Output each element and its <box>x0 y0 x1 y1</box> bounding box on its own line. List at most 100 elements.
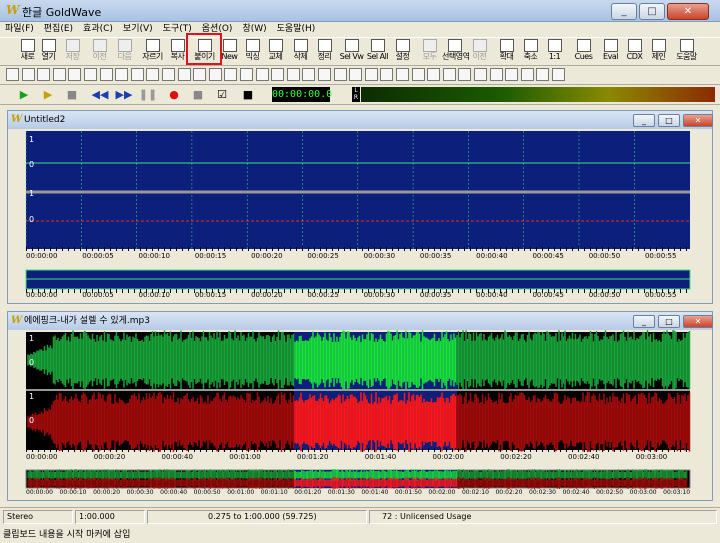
toolbar-button-mix[interactable]: 믹싱 <box>240 39 265 65</box>
effect-tool-icon[interactable] <box>505 68 519 81</box>
toolbar-button-select-view[interactable]: Sel Vw <box>339 39 364 65</box>
rewind-icon[interactable]: ◀◀ <box>90 87 110 103</box>
effect-tool-icon[interactable] <box>208 68 222 81</box>
monitor-icon[interactable]: ■ <box>238 87 258 103</box>
window-close-button[interactable]: ✕ <box>683 114 713 127</box>
toolbar-button-zoom-all[interactable]: 모두 <box>417 39 442 65</box>
window-close-button[interactable]: ✕ <box>683 315 713 328</box>
toolbar-button-select-all[interactable]: Sel All <box>365 39 390 65</box>
menu-help[interactable]: 도움말(H) <box>272 22 321 36</box>
effect-tool-icon[interactable] <box>396 68 409 81</box>
effect-tool-icon[interactable] <box>240 68 253 81</box>
status-channel-mode: Stereo <box>3 510 73 524</box>
play-selection-icon[interactable]: ▶ <box>38 87 58 103</box>
pause-icon[interactable]: ❚❚ <box>138 87 158 103</box>
effect-tool-icon[interactable] <box>286 68 300 81</box>
effect-tool-icon[interactable] <box>442 68 456 81</box>
effect-tool-icon[interactable] <box>255 68 269 81</box>
toolbar-button-delete[interactable]: 삭제 <box>288 39 313 65</box>
effect-tool-icon[interactable] <box>474 68 487 81</box>
effect-tool-icon[interactable] <box>99 68 113 81</box>
effect-tool-icon[interactable] <box>380 68 394 81</box>
window-maximize-button[interactable]: □ <box>658 315 680 328</box>
toolbar-button-cd[interactable]: CDX <box>622 39 647 65</box>
toolbar-button-open-folder[interactable]: 열기 <box>36 39 61 65</box>
level-lr-label: L R <box>352 87 360 102</box>
toolbar-button-zoom-in[interactable]: 확대 <box>494 39 519 65</box>
waveform-display[interactable] <box>8 129 712 303</box>
effect-tool-icon[interactable] <box>84 68 97 81</box>
maximize-button[interactable]: □ <box>639 3 665 20</box>
menu-view[interactable]: 보기(V) <box>118 22 158 36</box>
fast-forward-icon[interactable]: ▶▶ <box>114 87 134 103</box>
play-icon[interactable]: ▶ <box>14 87 34 103</box>
menu-window[interactable]: 창(W) <box>237 22 271 36</box>
effect-tool-icon[interactable] <box>364 68 378 81</box>
toolbar-button-label: 이전 <box>472 52 487 61</box>
menu-bar: 파일(F) 편집(E) 효과(C) 보기(V) 도구(T) 옵션(O) 창(W) 도움말(H) <box>0 22 720 36</box>
toolbar-button-save[interactable]: 저장 <box>60 39 85 65</box>
minimize-button[interactable]: _ <box>611 3 637 20</box>
effects-toolbar <box>0 66 720 85</box>
effect-tool-icon[interactable] <box>333 68 347 81</box>
toolbar-button-zoom-1to1[interactable]: 1:1 <box>542 39 567 65</box>
effect-tool-icon[interactable] <box>68 68 82 81</box>
toolbar-button-label: 1:1 <box>548 52 561 61</box>
loop-checkbox-icon[interactable]: ☑ <box>212 87 232 103</box>
stop-icon[interactable]: ■ <box>62 87 82 103</box>
effect-tool-icon[interactable] <box>130 68 144 81</box>
sound-window-mp3[interactable]: W 에에핑크-내가 설렐 수 있게.mp3 _ □ ✕ 1 0 1 0 00:0… <box>7 311 713 501</box>
effect-tool-icon[interactable] <box>271 68 285 81</box>
effect-tool-icon[interactable] <box>349 68 363 81</box>
effect-tool-icon[interactable] <box>302 68 316 81</box>
effect-tool-icon[interactable] <box>318 68 331 81</box>
waveform-display[interactable] <box>8 330 712 500</box>
effect-tool-icon[interactable] <box>193 68 207 81</box>
effect-tool-icon[interactable] <box>21 68 35 81</box>
toolbar-button-cut[interactable]: 자르기 <box>140 39 165 65</box>
record-stop-icon[interactable]: ■ <box>188 87 208 103</box>
effect-tool-icon[interactable] <box>52 68 66 81</box>
toolbar-button-book[interactable]: 도움말 <box>674 39 699 65</box>
effect-tool-icon[interactable] <box>458 68 472 81</box>
menu-file[interactable]: 파일(F) <box>0 22 39 36</box>
toolbar-button-help[interactable]: 제인 <box>646 39 671 65</box>
effect-tool-icon[interactable] <box>427 68 441 81</box>
toolbar-button-settings[interactable]: 설정 <box>390 39 415 65</box>
effect-tool-icon[interactable] <box>115 68 129 81</box>
toolbar-button-eval[interactable]: Eval <box>598 39 623 65</box>
effect-tool-icon[interactable] <box>224 68 238 81</box>
open-folder-icon <box>41 39 56 52</box>
toolbar-button-replace[interactable]: 교체 <box>263 39 288 65</box>
effect-tool-icon[interactable] <box>489 68 503 81</box>
toolbar-button-label: 믹싱 <box>245 52 260 61</box>
toolbar-button-trim[interactable]: 정리 <box>312 39 337 65</box>
close-button[interactable]: ✕ <box>667 3 709 20</box>
effect-tool-icon[interactable] <box>177 68 191 81</box>
effect-tool-icon[interactable] <box>552 68 565 81</box>
toolbar-button-zoom-prev[interactable]: 이전 <box>467 39 492 65</box>
effect-tool-icon[interactable] <box>536 68 550 81</box>
effect-tool-icon[interactable] <box>146 68 160 81</box>
sound-window-untitled2[interactable]: W Untitled2 _ □ ✕ 1 0 1 0 00:00:00 00:00:… <box>7 110 713 304</box>
toolbar-button-redo[interactable]: 다음 <box>112 39 137 65</box>
goldwave-logo-icon: W <box>11 315 23 326</box>
toolbar-button-undo[interactable]: 이전 <box>87 39 112 65</box>
window-maximize-button[interactable]: □ <box>658 114 680 127</box>
trim-icon <box>317 39 332 52</box>
window-minimize-button[interactable]: _ <box>633 315 655 328</box>
effect-tool-icon[interactable] <box>162 68 175 81</box>
toolbar-button-label: 저장 <box>65 52 80 61</box>
menu-edit[interactable]: 편집(E) <box>39 22 78 36</box>
effect-tool-icon[interactable] <box>411 68 425 81</box>
menu-effect[interactable]: 효과(C) <box>78 22 118 36</box>
toolbar-button-zoom-selection[interactable]: 선택영역 <box>442 39 470 65</box>
effect-tool-icon[interactable] <box>6 68 19 81</box>
save-icon <box>65 39 80 52</box>
toolbar-button-zoom-out[interactable]: 축소 <box>518 39 543 65</box>
toolbar-button-cues[interactable]: Cues <box>571 39 596 65</box>
record-icon[interactable]: ● <box>164 87 184 103</box>
effect-tool-icon[interactable] <box>520 68 534 81</box>
effect-tool-icon[interactable] <box>37 68 51 81</box>
window-minimize-button[interactable]: _ <box>633 114 655 127</box>
